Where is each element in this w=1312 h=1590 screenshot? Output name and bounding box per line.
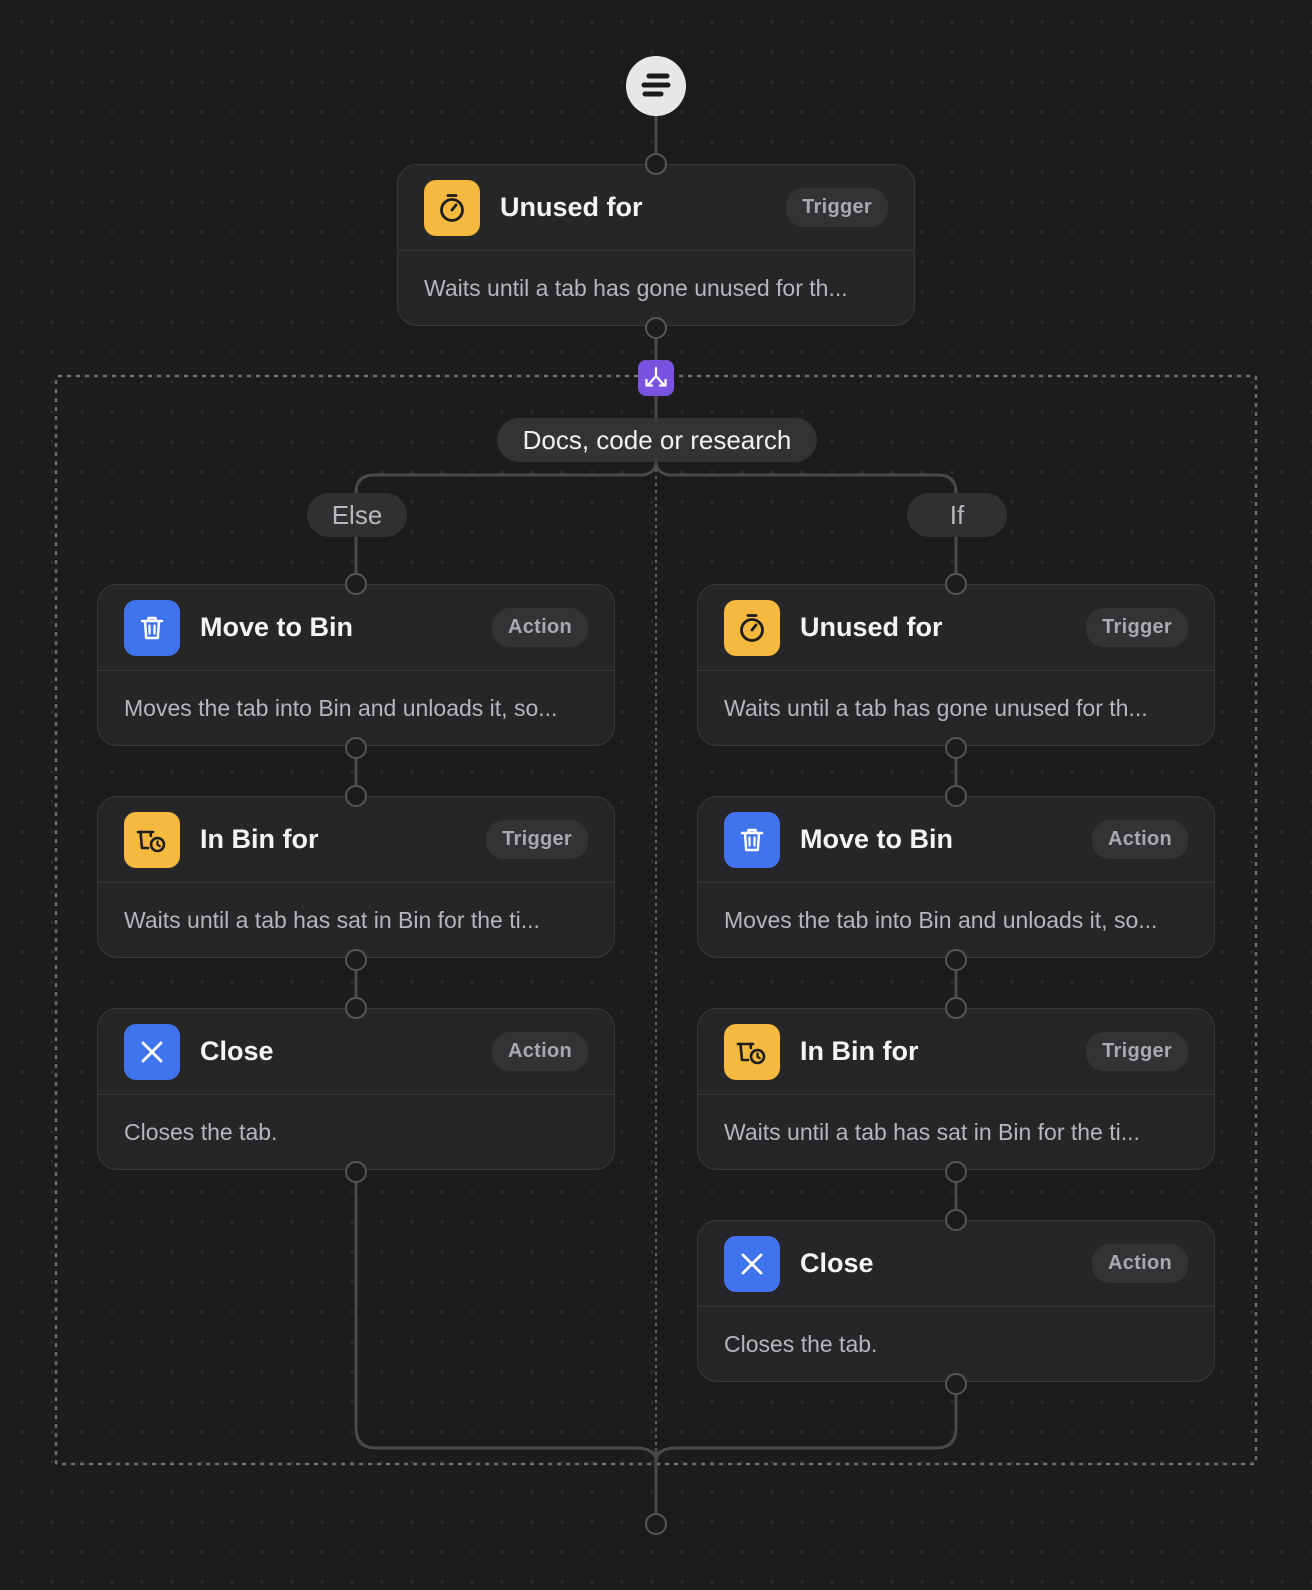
- if-1-output-port[interactable]: [945, 737, 967, 759]
- trash-icon: [124, 599, 180, 656]
- node-description: Waits until a tab has gone unused for th…: [424, 274, 848, 301]
- branch-else-label[interactable]: Else: [307, 493, 407, 537]
- node-description: Closes the tab.: [124, 1118, 278, 1145]
- node-description: Moves the tab into Bin and unloads it, s…: [124, 694, 558, 721]
- timer-icon: [724, 599, 780, 656]
- node-type-badge: Action: [491, 1032, 588, 1071]
- node-else-close[interactable]: Close Action Closes the tab.: [97, 1008, 615, 1170]
- split-icon[interactable]: [638, 360, 674, 396]
- node-type-badge: Trigger: [1086, 1032, 1188, 1071]
- node-description: Waits until a tab has sat in Bin for the…: [724, 1118, 1140, 1145]
- node-title: Close: [800, 1248, 874, 1278]
- node-if-in-bin-for[interactable]: In Bin for Trigger Waits until a tab has…: [697, 1008, 1215, 1170]
- node-description: Closes the tab.: [724, 1330, 878, 1357]
- node-title: Move to Bin: [200, 612, 353, 642]
- node-description: Waits until a tab has sat in Bin for the…: [124, 906, 540, 933]
- close-icon: [724, 1235, 780, 1292]
- bin-timer-icon: [724, 1023, 780, 1080]
- node-description: Moves the tab into Bin and unloads it, s…: [724, 906, 1158, 933]
- if-1-input-port[interactable]: [945, 573, 967, 595]
- node-title: In Bin for: [800, 1036, 919, 1066]
- node-root-unused-for[interactable]: Unused for Trigger Waits until a tab has…: [397, 164, 915, 326]
- node-type-badge: Trigger: [486, 820, 588, 859]
- if-2-output-port[interactable]: [945, 949, 967, 971]
- node-title: Close: [200, 1036, 274, 1066]
- node-title: Unused for: [500, 192, 643, 222]
- node-type-badge: Action: [1091, 820, 1188, 859]
- node-type-badge: Action: [491, 608, 588, 647]
- node-else-in-bin-for[interactable]: In Bin for Trigger Waits until a tab has…: [97, 796, 615, 958]
- if-4-input-port[interactable]: [945, 1209, 967, 1231]
- node-if-unused-for[interactable]: Unused for Trigger Waits until a tab has…: [697, 584, 1215, 746]
- close-icon: [124, 1023, 180, 1080]
- workflow-end-port[interactable]: [645, 1513, 667, 1535]
- workflow-canvas[interactable]: Unused for Trigger Waits until a tab has…: [0, 0, 1312, 1590]
- node-type-badge: Trigger: [1086, 608, 1188, 647]
- else-2-input-port[interactable]: [345, 785, 367, 807]
- bin-timer-icon: [124, 811, 180, 868]
- node-title: In Bin for: [200, 824, 319, 854]
- node-description: Waits until a tab has gone unused for th…: [724, 694, 1148, 721]
- else-1-output-port[interactable]: [345, 737, 367, 759]
- node-type-badge: Action: [1091, 1244, 1188, 1283]
- workflow-start-node[interactable]: [626, 56, 686, 116]
- if-2-input-port[interactable]: [945, 785, 967, 807]
- if-3-output-port[interactable]: [945, 1161, 967, 1183]
- timer-icon: [424, 179, 480, 236]
- node-if-close[interactable]: Close Action Closes the tab.: [697, 1220, 1215, 1382]
- if-3-input-port[interactable]: [945, 997, 967, 1019]
- node-else-move-to-bin[interactable]: Move to Bin Action Moves the tab into Bi…: [97, 584, 615, 746]
- node-if-move-to-bin[interactable]: Move to Bin Action Moves the tab into Bi…: [697, 796, 1215, 958]
- else-3-input-port[interactable]: [345, 997, 367, 1019]
- node-type-badge: Trigger: [786, 188, 888, 227]
- branch-if-label[interactable]: If: [907, 493, 1007, 537]
- condition-label[interactable]: Docs, code or research: [497, 418, 817, 462]
- node-title: Move to Bin: [800, 824, 953, 854]
- node-title: Unused for: [800, 612, 943, 642]
- lines-logo-icon: [641, 73, 671, 97]
- else-1-input-port[interactable]: [345, 573, 367, 595]
- root-output-port[interactable]: [645, 317, 667, 339]
- trash-icon: [724, 811, 780, 868]
- root-input-port[interactable]: [645, 153, 667, 175]
- else-3-output-port[interactable]: [345, 1161, 367, 1183]
- if-4-output-port[interactable]: [945, 1373, 967, 1395]
- else-2-output-port[interactable]: [345, 949, 367, 971]
